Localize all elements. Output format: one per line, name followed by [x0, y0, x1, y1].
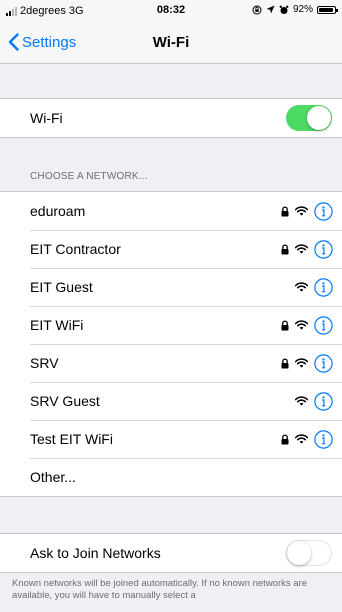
network-row[interactable]: EIT Contractor — [0, 230, 342, 268]
lock-icon — [281, 319, 289, 330]
network-name: Test EIT WiFi — [30, 431, 113, 447]
navigation-bar: Settings Wi-Fi — [0, 22, 342, 64]
other-network-label: Other... — [30, 469, 76, 485]
lock-icon — [281, 243, 289, 254]
network-icons — [281, 306, 333, 344]
network-row[interactable]: Test EIT WiFi — [0, 420, 342, 458]
network-name: EIT Guest — [30, 279, 93, 295]
wifi-signal-icon — [295, 282, 308, 292]
network-row[interactable]: eduroam — [0, 192, 342, 230]
info-icon[interactable] — [314, 277, 333, 297]
networks-list: eduroam EIT Contractor EIT Guest EIT WiF… — [0, 191, 342, 497]
network-icons — [281, 420, 333, 458]
toggle-knob — [307, 106, 331, 130]
wifi-toggle[interactable] — [286, 105, 332, 131]
info-icon[interactable] — [314, 429, 333, 449]
rotation-lock-icon — [252, 5, 262, 14]
network-name: SRV — [30, 355, 59, 371]
networks-section-header: CHOOSE A NETWORK... — [30, 171, 148, 182]
wifi-signal-icon — [295, 434, 308, 444]
network-name: EIT Contractor — [30, 241, 121, 257]
location-icon — [266, 5, 275, 14]
info-icon[interactable] — [314, 353, 333, 373]
wifi-signal-icon — [295, 396, 308, 406]
battery-icon — [317, 5, 338, 14]
wifi-signal-icon — [295, 320, 308, 330]
network-icons — [281, 344, 333, 382]
info-icon[interactable] — [314, 315, 333, 335]
toggle-knob — [287, 541, 311, 565]
network-icons — [295, 268, 333, 306]
wifi-label: Wi-Fi — [30, 110, 63, 126]
network-name: SRV Guest — [30, 393, 100, 409]
network-icons — [281, 230, 333, 268]
network-row[interactable]: EIT Guest — [0, 268, 342, 306]
ask-to-join-toggle[interactable] — [286, 540, 332, 566]
lock-icon — [281, 433, 289, 444]
network-icons — [281, 192, 333, 230]
alarm-icon — [279, 5, 289, 14]
network-name: eduroam — [30, 203, 86, 219]
network-row[interactable]: EIT WiFi — [0, 306, 342, 344]
status-bar: 2degrees 3G 08:32 92% — [0, 0, 342, 22]
footer-note: Known networks will be joined automatica… — [12, 578, 307, 601]
info-icon[interactable] — [314, 391, 333, 411]
page-title: Wi-Fi — [152, 34, 190, 51]
info-icon[interactable] — [314, 239, 333, 259]
wifi-row: Wi-Fi — [0, 99, 342, 137]
wifi-signal-icon — [295, 244, 308, 254]
network-name: EIT WiFi — [30, 317, 84, 333]
wifi-signal-icon — [295, 358, 308, 368]
info-icon[interactable] — [314, 201, 333, 221]
status-right: 92% — [252, 4, 338, 15]
lock-icon — [281, 357, 289, 368]
ask-to-join-label: Ask to Join Networks — [30, 545, 161, 561]
ask-to-join-row: Ask to Join Networks — [0, 534, 342, 572]
battery-percent: 92% — [292, 4, 313, 15]
network-row[interactable]: SRV — [0, 344, 342, 382]
network-icons — [295, 382, 333, 420]
wifi-signal-icon — [295, 206, 308, 216]
lock-icon — [281, 205, 289, 216]
wifi-toggle-group: Wi-Fi — [0, 98, 342, 138]
network-row[interactable]: SRV Guest — [0, 382, 342, 420]
ask-to-join-group: Ask to Join Networks — [0, 533, 342, 573]
other-network-row[interactable]: Other... — [0, 458, 342, 496]
